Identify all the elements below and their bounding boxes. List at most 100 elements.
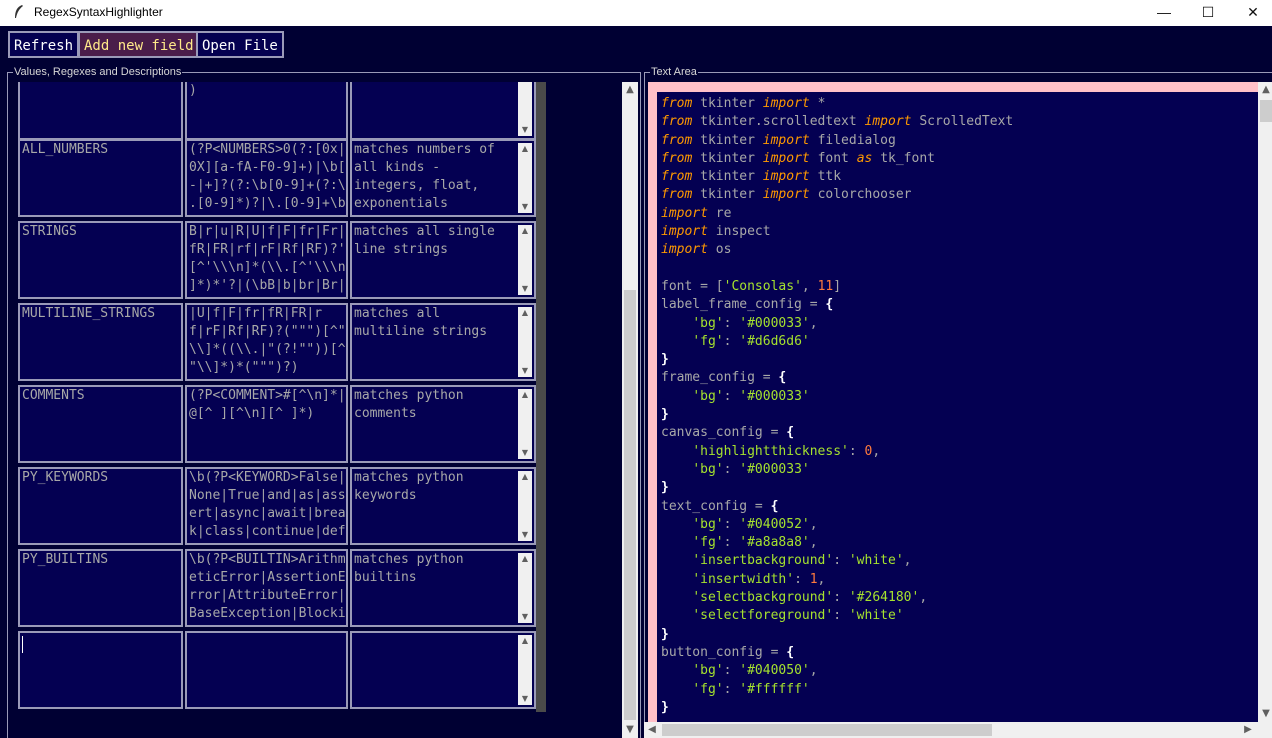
field-name-text: STRINGS: [22, 224, 77, 239]
field-name-input[interactable]: ALL_NUMBERS: [18, 139, 183, 217]
field-description-text: matches python keywords: [354, 470, 464, 503]
scroll-down-icon[interactable]: ▼: [518, 447, 532, 459]
scroll-up-icon[interactable]: ▲: [518, 471, 532, 483]
field-regex-input[interactable]: (?P<NUMBERS>0(?:[0x| 0X][a-fA-F0-9]+)|\b…: [185, 139, 348, 217]
left-scrollbar-thumb[interactable]: [624, 290, 636, 720]
field-description-input[interactable]: ▲ ▼: [350, 631, 536, 709]
scroll-down-icon[interactable]: ▼: [518, 124, 532, 136]
field-regex-input[interactable]: \b(?P<KEYWORD>False| None|True|and|as|as…: [185, 467, 348, 545]
scroll-up-icon[interactable]: ▲: [518, 307, 532, 319]
scroll-down-icon[interactable]: ▼: [518, 365, 532, 377]
field-description-text: matches all single line strings: [354, 224, 495, 257]
code-string: 'bg': [692, 388, 724, 404]
code-token: {: [770, 498, 779, 514]
code-token: }: [661, 352, 669, 368]
text-cursor: [22, 636, 23, 653]
code-keyword: import: [661, 205, 708, 221]
field-name-input[interactable]: STRINGS: [18, 221, 183, 299]
field-name-input[interactable]: MULTILINE_STRINGS: [18, 303, 183, 381]
code-keyword: from: [661, 187, 693, 203]
code-token: }: [661, 480, 669, 496]
field-name-input[interactable]: [18, 82, 183, 140]
scroll-down-icon[interactable]: ▼: [518, 283, 532, 295]
description-scrollbar[interactable]: ▲▼: [518, 307, 532, 377]
field-description-input[interactable]: matches python comments ▲ ▼: [350, 385, 536, 463]
field-name-input[interactable]: PY_KEYWORDS: [18, 467, 183, 545]
code-token: ,: [872, 443, 881, 459]
code-token: :: [833, 590, 849, 606]
text-vscroll-thumb[interactable]: [1260, 100, 1272, 122]
code-token: :: [833, 553, 849, 569]
field-name-input[interactable]: [18, 631, 183, 709]
scroll-down-icon[interactable]: ▼: [518, 529, 532, 541]
scroll-up-icon[interactable]: ▲: [1258, 82, 1272, 98]
field-regex-input[interactable]: [+]|[*]|[!]|[%]|[\\] ): [185, 82, 348, 140]
scroll-down-icon[interactable]: ▼: [518, 693, 532, 705]
scroll-right-icon[interactable]: ▶: [1240, 722, 1256, 738]
text-horizontal-scrollbar[interactable]: ◀ ▶: [644, 722, 1272, 738]
scroll-down-icon[interactable]: ▼: [518, 201, 532, 213]
description-scrollbar[interactable]: ▲▼: [518, 471, 532, 541]
scroll-up-icon[interactable]: ▲: [518, 389, 532, 401]
field-row: COMMENTS (?P<COMMENT>#[^\n]*| @[^ ][^\n][…: [18, 385, 536, 463]
open-file-button[interactable]: Open File: [196, 31, 284, 58]
field-regex-input[interactable]: \b(?P<BUILTIN>Arithm eticError|Assertion…: [185, 549, 348, 627]
code-token: {: [786, 644, 795, 660]
code-token: ,: [801, 278, 818, 294]
field-description-input[interactable]: matches python builtins ▲ ▼: [350, 549, 536, 627]
left-scrollbar[interactable]: ▲ ▼: [622, 82, 638, 738]
code-string: 'white': [848, 553, 904, 569]
field-description-input[interactable]: matches python keywords ▲ ▼: [350, 467, 536, 545]
field-description-input[interactable]: matches all single line strings ▲ ▼: [350, 221, 536, 299]
field-regex-input[interactable]: (?P<COMMENT>#[^\n]*| @[^ ][^\n][^ ]*): [185, 385, 348, 463]
code-string: 'bg': [692, 315, 724, 331]
description-scrollbar[interactable]: ▲▼: [518, 553, 532, 623]
refresh-button[interactable]: Refresh: [8, 31, 80, 58]
description-scrollbar[interactable]: ▲▼: [518, 225, 532, 295]
code-token: ScrolledText: [919, 114, 1014, 130]
scroll-up-icon[interactable]: ▲: [518, 225, 532, 237]
field-regex-input[interactable]: [185, 631, 348, 709]
code-token: font = [: [661, 278, 724, 294]
field-name-text: PY_BUILTINS: [22, 552, 109, 567]
field-description-input[interactable]: matches numbers of all kinds - integers,…: [350, 139, 536, 217]
description-scrollbar[interactable]: ▲▼: [518, 635, 532, 705]
text-hscroll-thumb[interactable]: [662, 724, 992, 736]
scroll-up-icon[interactable]: ▲: [518, 553, 532, 565]
field-row: ▲ ▼: [18, 631, 536, 709]
code-token: ]: [833, 278, 842, 294]
scroll-left-icon[interactable]: ◀: [644, 722, 660, 738]
scroll-down-icon[interactable]: ▼: [1258, 706, 1272, 722]
field-description-input[interactable]: characters▲▼: [350, 82, 536, 140]
text-vertical-scrollbar[interactable]: ▲ ▼: [1258, 82, 1272, 722]
scroll-up-icon[interactable]: ▲: [518, 635, 532, 647]
field-regex-input[interactable]: |U|f|F|fr|fR|FR|r f|rF|Rf|RF)?(""")[^" \…: [185, 303, 348, 381]
field-name-input[interactable]: COMMENTS: [18, 385, 183, 463]
field-regex-input[interactable]: B|r|u|R|U|f|F|fr|Fr| fR|FR|rf|rF|Rf|RF)?…: [185, 221, 348, 299]
code-string: '#d6d6d6': [739, 333, 810, 349]
code-string: '#264180': [848, 590, 920, 606]
description-scrollbar[interactable]: ▲▼: [518, 82, 532, 136]
description-scrollbar[interactable]: ▲▼: [518, 389, 532, 459]
scroll-up-icon[interactable]: ▲: [518, 143, 532, 155]
scroll-up-icon[interactable]: ▲: [622, 82, 638, 98]
field-description-input[interactable]: matches all multiline strings ▲ ▼: [350, 303, 536, 381]
field-description-text: matches python builtins: [354, 552, 464, 585]
scroll-down-icon[interactable]: ▼: [518, 611, 532, 623]
scroll-down-icon[interactable]: ▼: [622, 722, 638, 738]
code-content[interactable]: from tkinter import * from tkinter.scrol…: [661, 95, 1013, 717]
code-token: :: [723, 663, 740, 679]
code-string: 'bg': [692, 461, 724, 477]
code-token: ,: [809, 315, 818, 331]
code-text-area[interactable]: from tkinter import * from tkinter.scrol…: [657, 92, 1258, 722]
description-scrollbar[interactable]: ▲▼: [518, 143, 532, 213]
maximize-button[interactable]: ☐: [1185, 0, 1231, 26]
code-string: 'insertwidth': [692, 571, 795, 587]
field-name-input[interactable]: PY_BUILTINS: [18, 549, 183, 627]
add-new-field-button[interactable]: Add new field: [78, 31, 200, 58]
close-button[interactable]: ✕: [1230, 0, 1272, 26]
code-token: tkinter: [700, 96, 755, 111]
minimize-button[interactable]: —: [1141, 0, 1187, 26]
